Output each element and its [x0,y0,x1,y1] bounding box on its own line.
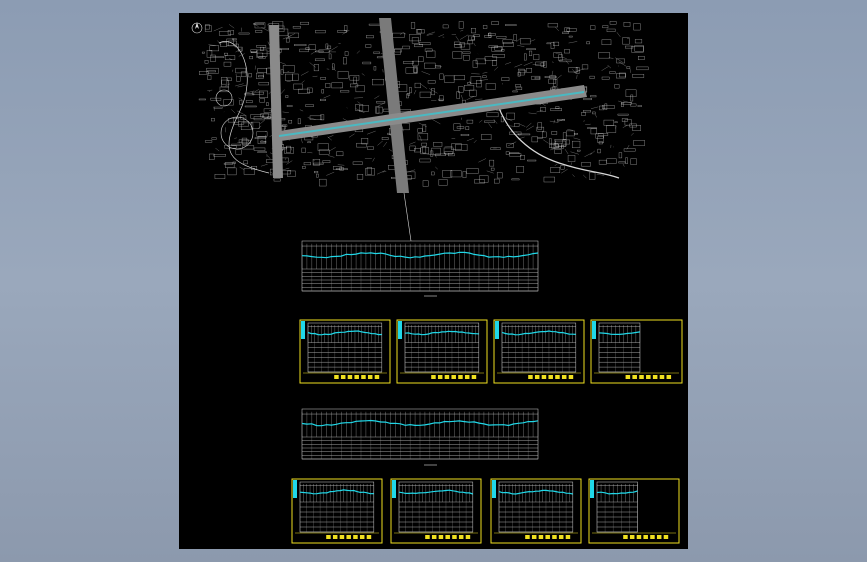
sheet-2-2 [390,478,482,544]
site-plan-map [191,18,649,242]
sheet-2-1 [291,478,383,544]
sheet-2-3 [490,478,582,544]
park-outline [218,41,270,174]
sheet-title-strip [590,480,594,498]
sheet-title-strip [392,480,396,498]
drawing-svg [191,18,683,544]
road-vertical-west [269,25,283,178]
leader-line [403,192,412,242]
sheet-1-3 [493,319,585,384]
sheet-title-strip [398,321,402,339]
sheet-title-strip [592,321,596,339]
sheet-1-4 [590,319,683,384]
sheet-title-strip [495,321,499,339]
road-centerline [279,91,584,137]
sheet-title-strip [293,480,297,498]
sheet-1-2 [396,319,488,384]
cad-drawing-canvas[interactable] [179,13,688,549]
sheet-1-1 [299,319,391,384]
sheet-title-strip [301,321,305,339]
road-vertical-main [379,18,409,193]
sheet-title-strip [492,480,496,498]
profile-sheets [291,240,683,544]
main-profile-2 [301,408,539,466]
main-profile-1 [301,240,539,297]
sheet-2-4 [588,478,680,544]
